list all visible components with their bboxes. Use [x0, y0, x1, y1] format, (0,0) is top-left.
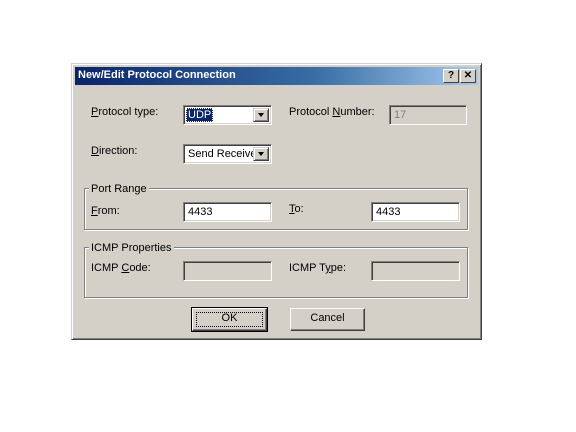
chevron-down-icon [258, 152, 264, 156]
direction-value: Send Receive [188, 148, 257, 160]
icmp-properties-group-title: ICMP Properties [89, 242, 174, 254]
direction-dropdown-arrow[interactable] [253, 147, 269, 161]
close-icon: ✕ [463, 70, 473, 81]
icmp-type-field [371, 261, 460, 281]
protocol-type-value: UDP [186, 108, 214, 122]
icmp-code-field [183, 261, 272, 281]
direction-label: Direction: [91, 145, 138, 157]
title-bar[interactable]: New/Edit Protocol Connection ? ✕ [75, 67, 478, 85]
focus-rect [196, 312, 263, 327]
protocol-number-label: Protocol Number: [289, 106, 375, 118]
ok-button[interactable]: OK [191, 307, 268, 332]
protocol-type-label: Protocol type: [91, 106, 159, 118]
icmp-type-label: ICMP Type: [289, 262, 347, 274]
protocol-type-dropdown-arrow[interactable] [253, 108, 269, 122]
close-button[interactable]: ✕ [460, 69, 476, 83]
from-port-label: From: [91, 205, 120, 217]
cancel-button-label: Cancel [310, 312, 345, 324]
chevron-down-icon [258, 113, 264, 117]
cancel-button[interactable]: Cancel [290, 308, 365, 331]
to-port-label: To: [289, 203, 304, 215]
help-button[interactable]: ? [443, 69, 459, 83]
protocol-number-field: 17 [389, 105, 467, 125]
protocol-type-dropdown[interactable]: UDP [183, 105, 272, 125]
direction-dropdown[interactable]: Send Receive [183, 144, 272, 164]
dialog-title: New/Edit Protocol Connection [78, 69, 236, 81]
protocol-connection-dialog: New/Edit Protocol Connection ? ✕ Protoco… [71, 63, 482, 340]
to-port-input[interactable]: 4433 [371, 202, 460, 222]
port-range-group-title: Port Range [89, 183, 149, 195]
icmp-code-label: ICMP Code: [91, 262, 151, 274]
from-port-input[interactable]: 4433 [183, 202, 272, 222]
